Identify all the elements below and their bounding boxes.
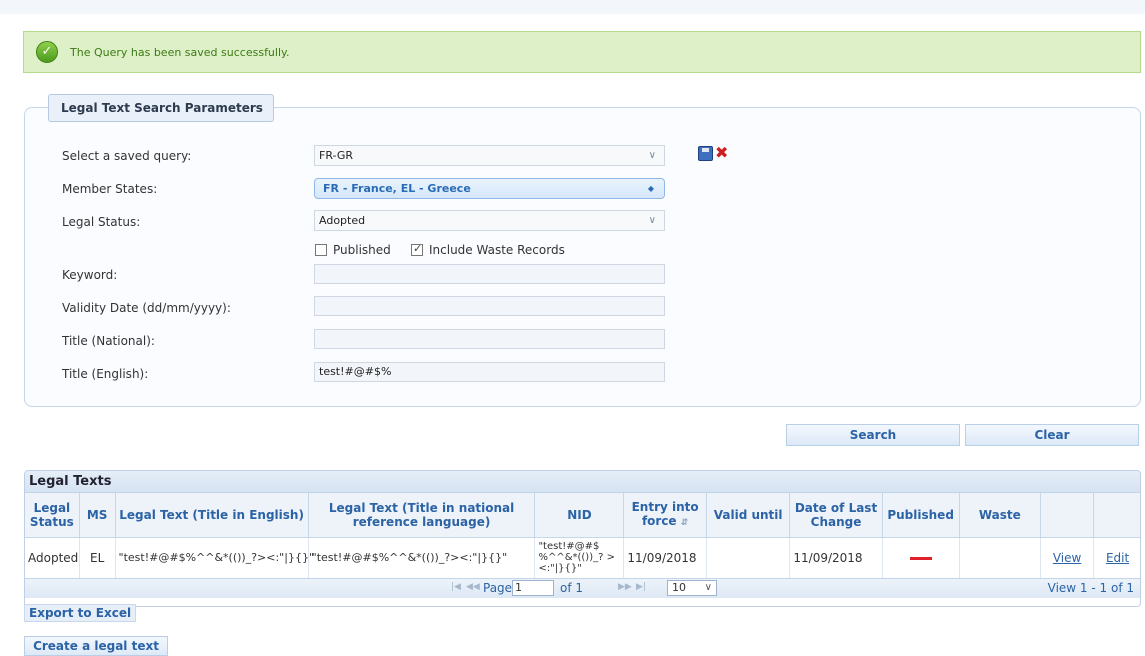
- page-label: Page: [483, 581, 513, 595]
- success-banner: ✓ The Query has been saved successfully.: [23, 31, 1141, 73]
- success-message: The Query has been saved successfully.: [70, 46, 290, 59]
- next-page-icon[interactable]: ▶▶: [618, 582, 632, 592]
- member-states-value: FR - France, EL - Greece: [323, 182, 471, 195]
- table-row[interactable]: Adopted EL "test!#@#$%^^&*(())_?><:"|}{}…: [25, 537, 1140, 578]
- check-circle-icon: ✓: [36, 41, 58, 63]
- export-to-excel-button[interactable]: Export to Excel: [24, 604, 137, 622]
- not-published-dash-icon: [909, 556, 932, 560]
- title-national-label: Title (National):: [62, 334, 155, 348]
- chevron-down-icon: ∨: [648, 215, 656, 226]
- member-states-select[interactable]: FR - France, EL - Greece ◆: [314, 178, 665, 199]
- col-edit: [1093, 493, 1140, 538]
- col-ms[interactable]: MS: [79, 493, 116, 538]
- col-title-english[interactable]: Legal Text (Title in English): [115, 493, 309, 538]
- include-waste-checkbox-label: Include Waste Records: [429, 243, 565, 257]
- cell-entry-into-force: 11/09/2018: [623, 537, 707, 578]
- keyword-input[interactable]: [314, 264, 665, 284]
- cell-ms: EL: [79, 537, 116, 578]
- chevron-down-icon: ∨: [704, 582, 712, 593]
- chevron-down-icon: ∨: [648, 150, 656, 161]
- published-checkbox[interactable]: [315, 244, 327, 256]
- col-entry-into-force[interactable]: Entry into force ⇵: [623, 493, 707, 538]
- view-link[interactable]: View: [1053, 551, 1081, 565]
- saved-query-label: Select a saved query:: [62, 149, 192, 163]
- cell-view: View: [1040, 537, 1095, 578]
- last-page-icon[interactable]: ▶|: [636, 582, 646, 592]
- col-entry-into-force-label: Entry into force: [631, 499, 699, 528]
- saved-query-select[interactable]: FR-GR ∨: [314, 145, 665, 166]
- title-english-label: Title (English):: [62, 367, 149, 381]
- cell-waste: [959, 537, 1042, 578]
- col-valid-until[interactable]: Valid until: [706, 493, 791, 538]
- legal-texts-grid: Legal Texts Legal Status MS Legal Text (…: [24, 470, 1141, 607]
- keyword-label: Keyword:: [62, 268, 118, 282]
- create-legal-text-button[interactable]: Create a legal text: [24, 636, 168, 656]
- legal-status-value: Adopted: [319, 214, 366, 227]
- cell-published: [882, 537, 960, 578]
- top-strip: [0, 0, 1145, 14]
- save-query-icon[interactable]: [698, 146, 713, 161]
- delete-query-icon[interactable]: ✖: [715, 143, 728, 162]
- dropdown-dot-icon: ◆: [647, 184, 654, 193]
- search-button[interactable]: Search: [786, 424, 960, 446]
- cell-legal-status: Adopted: [25, 537, 80, 578]
- title-national-input[interactable]: [314, 329, 665, 349]
- cell-title-english: "test!#@#$%^^&*(())_?><:"|}{}": [115, 537, 314, 578]
- table-header-row: Legal Status MS Legal Text (Title in Eng…: [25, 493, 1140, 538]
- cell-title-national: "test!#@#$%^^&*(())_?><:"|}{}": [308, 537, 536, 578]
- legal-texts-table: Legal Status MS Legal Text (Title in Eng…: [25, 493, 1140, 578]
- published-checkbox-label: Published: [333, 243, 391, 257]
- legal-texts-caption: Legal Texts: [25, 471, 1140, 493]
- include-waste-checkbox[interactable]: [411, 242, 423, 256]
- grid-pager: |◀ ◀◀ Page 1 of 1 ▶▶ ▶| 10 ∨ View 1 - 1 …: [25, 578, 1140, 598]
- first-page-icon[interactable]: |◀: [451, 582, 461, 592]
- page-size-value: 10: [672, 581, 686, 594]
- col-legal-status[interactable]: Legal Status: [25, 493, 80, 538]
- cell-nid: "test!#@#$ %^^&*(())_? ><:"|}{}": [534, 537, 625, 578]
- cell-last-change: 11/09/2018: [789, 537, 883, 578]
- page-summary: View 1 - 1 of 1: [1047, 581, 1134, 595]
- page-total-label: of 1: [560, 581, 584, 595]
- page-size-select[interactable]: 10 ∨: [667, 580, 717, 596]
- legal-status-label: Legal Status:: [62, 215, 141, 229]
- col-title-national[interactable]: Legal Text (Title in national reference …: [308, 493, 536, 538]
- title-english-input[interactable]: test!#@#$%: [314, 362, 665, 382]
- cell-valid-until: [706, 537, 791, 578]
- col-published[interactable]: Published: [882, 493, 960, 538]
- edit-link[interactable]: Edit: [1106, 551, 1129, 565]
- validity-date-label: Validity Date (dd/mm/yyyy):: [62, 301, 231, 315]
- cell-edit: Edit: [1093, 537, 1140, 578]
- col-nid[interactable]: NID: [534, 493, 625, 538]
- legal-status-select[interactable]: Adopted ∨: [314, 210, 665, 231]
- col-view: [1040, 493, 1095, 538]
- page-number-input[interactable]: 1: [512, 580, 554, 596]
- clear-button[interactable]: Clear: [965, 424, 1139, 446]
- validity-date-input[interactable]: [314, 296, 665, 316]
- col-last-change[interactable]: Date of Last Change: [789, 493, 883, 538]
- member-states-label: Member States:: [62, 182, 158, 196]
- prev-page-icon[interactable]: ◀◀: [466, 582, 480, 592]
- col-waste[interactable]: Waste: [959, 493, 1042, 538]
- sort-icon: ⇵: [680, 517, 689, 528]
- search-parameters-legend: Legal Text Search Parameters: [48, 94, 274, 122]
- saved-query-value: FR-GR: [319, 149, 354, 162]
